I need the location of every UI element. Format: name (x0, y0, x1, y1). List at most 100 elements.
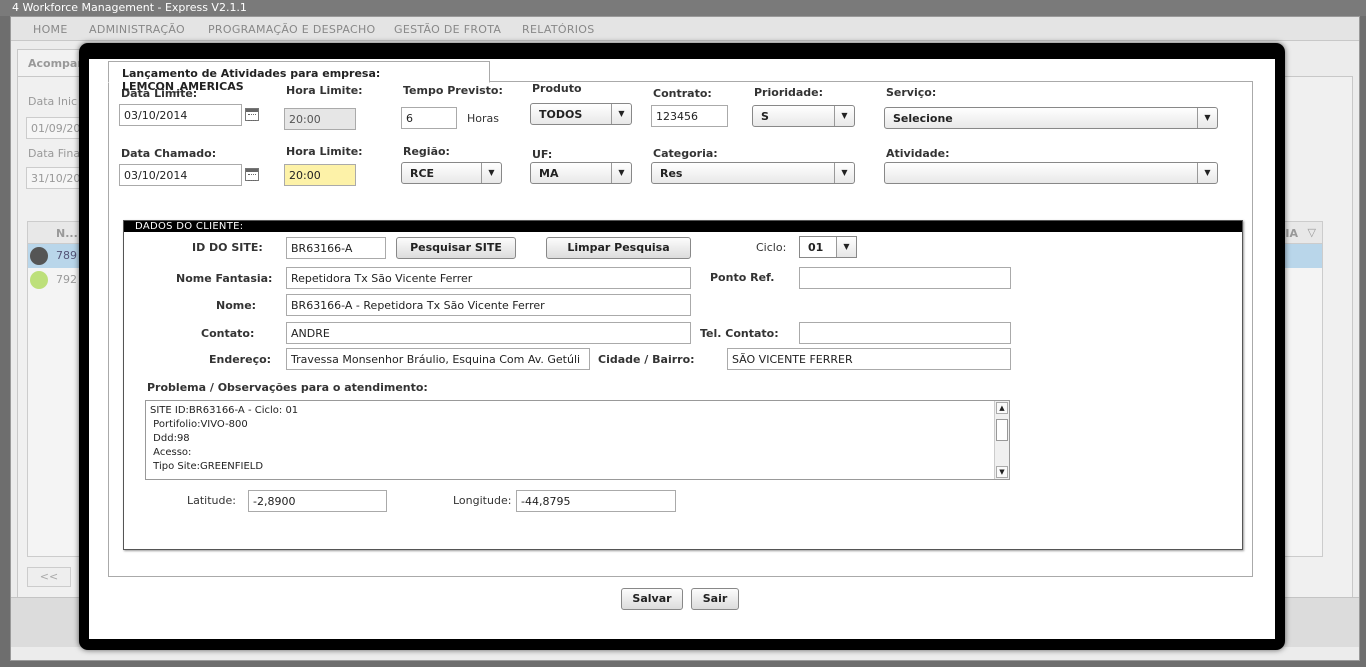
menu-gestao-frota[interactable]: GESTÃO DE FROTA (394, 23, 501, 36)
menu-home[interactable]: HOME (33, 23, 68, 36)
produto-value: TODOS (539, 108, 583, 121)
endereco-input[interactable]: Travessa Monsenhor Bráulio, Esquina Com … (286, 348, 590, 370)
scroll-up-icon[interactable]: ▲ (996, 402, 1008, 414)
calendar-icon[interactable] (245, 108, 259, 121)
calendar-icon[interactable] (245, 168, 259, 181)
textarea-scrollbar[interactable]: ▲ ▼ (994, 401, 1009, 479)
contrato-input[interactable]: 123456 (651, 105, 728, 127)
nome-fantasia-input[interactable]: Repetidora Tx São Vicente Ferrer (286, 267, 691, 289)
status-dark-icon (30, 247, 48, 265)
limpar-pesquisa-button[interactable]: Limpar Pesquisa (546, 237, 691, 259)
chevron-down-icon: ▼ (1197, 163, 1217, 183)
categoria-label: Categoria: (653, 147, 718, 160)
problema-line: Tipo Site:GREENFIELD (150, 461, 264, 472)
servico-value: Selecione (893, 112, 953, 125)
tab-lancamento[interactable]: Lançamento de Atividades para empresa: L… (108, 61, 490, 93)
chevron-down-icon: ▼ (481, 163, 501, 183)
longitude-label: Longitude: (453, 494, 512, 507)
ciclo-label: Ciclo: (756, 241, 787, 254)
ciclo-select[interactable]: 01 ▼ (799, 236, 857, 258)
tel-contato-label: Tel. Contato: (700, 327, 779, 340)
problema-line: Ddd:98 (150, 433, 190, 444)
bg-grid-col-n: N... (56, 227, 78, 240)
chevron-down-icon: ▼ (834, 163, 854, 183)
sair-button[interactable]: Sair (691, 588, 739, 610)
produto-label: Produto (532, 82, 582, 95)
client-section: DADOS DO CLIENTE: ID DO SITE: BR63166-A … (123, 220, 1243, 550)
categoria-select[interactable]: Res ▼ (651, 162, 855, 184)
contato-input[interactable]: ANDRE (286, 322, 691, 344)
tempo-previsto-input[interactable]: 6 (401, 107, 457, 129)
bg-prev-button: << (27, 567, 71, 587)
regiao-value: RCE (410, 167, 435, 180)
id-site-label: ID DO SITE: (192, 241, 263, 254)
cidade-bairro-label: Cidade / Bairro: (598, 353, 695, 366)
uf-label: UF: (532, 148, 553, 161)
menu-administracao[interactable]: ADMINISTRAÇÃO (89, 23, 185, 36)
problema-textarea[interactable]: SITE ID:BR63166-A - Ciclo: 01 Portifolio… (145, 400, 1010, 480)
bg-row1-id: 789 (56, 249, 77, 262)
regiao-label: Região: (403, 145, 450, 158)
regiao-select[interactable]: RCE ▼ (401, 162, 502, 184)
scroll-thumb[interactable] (996, 419, 1008, 441)
prioridade-value: S (761, 110, 769, 123)
atividade-select[interactable]: ▼ (884, 162, 1218, 184)
atividade-label: Atividade: (886, 147, 950, 160)
menu-programacao-despacho[interactable]: PROGRAMAÇÃO E DESPACHO (208, 23, 376, 36)
latitude-input[interactable]: -2,8900 (248, 490, 387, 512)
nome-label: Nome: (216, 299, 257, 312)
servico-select[interactable]: Selecione ▼ (884, 107, 1218, 129)
horas-label: Horas (467, 112, 499, 125)
produto-select[interactable]: TODOS ▼ (530, 103, 632, 125)
chevron-down-icon: ▼ (611, 104, 631, 124)
bg-row2-id: 792 (56, 273, 77, 286)
problema-line: Portifolio:VIVO-800 (150, 419, 248, 430)
scroll-down-icon[interactable]: ▼ (996, 466, 1008, 478)
main-menu: HOME ADMINISTRAÇÃO PROGRAMAÇÃO E DESPACH… (11, 17, 1359, 41)
ponto-ref-input[interactable] (799, 267, 1011, 289)
endereco-label: Endereço: (209, 353, 272, 366)
form-container: Data Limite: Hora Limite: Tempo Previsto… (108, 81, 1253, 577)
modal-content: Lançamento de Atividades para empresa: L… (89, 59, 1275, 639)
menu-relatorios[interactable]: RELATÓRIOS (522, 23, 595, 36)
nome-input[interactable]: BR63166-A - Repetidora Tx São Vicente Fe… (286, 294, 691, 316)
data-chamado-label: Data Chamado: (121, 147, 217, 160)
nome-fantasia-label: Nome Fantasia: (176, 272, 273, 285)
hora-limite2-label: Hora Limite: (286, 145, 363, 158)
tempo-previsto-label: Tempo Previsto: (403, 84, 503, 97)
categoria-value: Res (660, 167, 683, 180)
servico-label: Serviço: (886, 86, 937, 99)
uf-value: MA (539, 167, 559, 180)
longitude-input[interactable]: -44,8795 (516, 490, 676, 512)
id-site-input[interactable]: BR63166-A (286, 237, 386, 259)
salvar-button[interactable]: Salvar (621, 588, 683, 610)
chevron-down-icon: ▼ (611, 163, 631, 183)
data-limite-input[interactable]: 03/10/2014 (119, 104, 242, 126)
filter-icon: ▽ (1307, 226, 1316, 239)
contrato-label: Contrato: (653, 87, 712, 100)
client-section-title: DADOS DO CLIENTE: (124, 221, 1242, 232)
tel-contato-input[interactable] (799, 322, 1011, 344)
data-chamado-input[interactable]: 03/10/2014 (119, 164, 242, 186)
bg-data-inicio-label: Data Inic (28, 95, 78, 108)
hora-limite2-input[interactable]: 20:00 (284, 164, 356, 186)
status-green-icon (30, 271, 48, 289)
problema-line: Acesso: (150, 447, 192, 458)
modal-dialog: Lançamento de Atividades para empresa: L… (79, 43, 1285, 650)
problema-line: SITE ID:BR63166-A - Ciclo: 01 (150, 405, 299, 416)
latitude-label: Latitude: (187, 494, 236, 507)
pesquisar-site-button[interactable]: Pesquisar SITE (396, 237, 516, 259)
uf-select[interactable]: MA ▼ (530, 162, 632, 184)
problema-label: Problema / Observações para o atendiment… (147, 381, 428, 394)
bg-data-final-label: Data Fina (28, 147, 81, 160)
ponto-ref-label: Ponto Ref. (710, 271, 775, 284)
bg-grid-col-right: IA (1285, 227, 1298, 240)
contato-label: Contato: (201, 327, 255, 340)
hora-limite-label: Hora Limite: (286, 84, 363, 97)
ciclo-value: 01 (808, 241, 824, 254)
cidade-bairro-input[interactable]: SÃO VICENTE FERRER (727, 348, 1011, 370)
hora-limite-input: 20:00 (284, 108, 356, 130)
chevron-down-icon: ▼ (1197, 108, 1217, 128)
prioridade-select[interactable]: S ▼ (752, 105, 855, 127)
window-title: 4 Workforce Management - Express V2.1.1 (0, 0, 1366, 16)
